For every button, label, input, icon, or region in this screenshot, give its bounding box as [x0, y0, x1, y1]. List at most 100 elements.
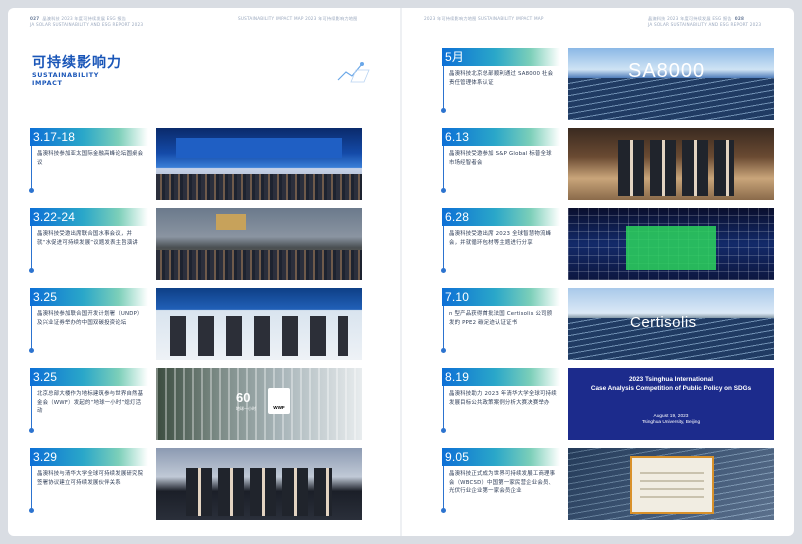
earth-hour-caption: 地球一小时	[236, 406, 256, 411]
entry-description: 晶澳科技参加亚太国际金融高峰论坛圆桌会议	[37, 151, 144, 166]
presentation-screen	[626, 226, 716, 270]
timeline-entry: 3.25 北京总部大楼作为地标建筑参与世界自然基金会（WWF）发起的“地球一小时…	[29, 368, 370, 440]
entry-description: 晶澳科技受邀参加 S&P Global 标普全球市场经智者会	[449, 151, 552, 166]
timeline-dot	[441, 188, 446, 193]
timeline-line	[443, 226, 444, 270]
timeline-dot	[29, 508, 34, 513]
entry-description: 北京总部大楼作为地标建筑参与世界自然基金会（WWF）发起的“地球一小时”熄灯活动	[37, 391, 144, 415]
timeline-entry: 9.05 晶澳科技正式成为世界可持续发展工商理事会（WBCSD）中国第一家民营企…	[441, 448, 782, 520]
certificate-text-line	[640, 472, 704, 474]
certificate-text-line	[640, 480, 704, 482]
timeline-entry: 3.22-24 晶澳科技受邀出席联合国水事会议，并就“水促进可持续发展”议题发表…	[29, 208, 370, 280]
page-title: 可持续影响力	[32, 55, 122, 71]
timeline-dot	[441, 348, 446, 353]
solar-farm-photo: SA8000	[568, 48, 774, 120]
timeline-dot	[441, 268, 446, 273]
certisolis-solar-photo: Certisolis	[568, 288, 774, 360]
timeline-entry: 6.13 晶澳科技受邀参加 S&P Global 标普全球市场经智者会	[441, 128, 782, 200]
entry-description: 晶澳科技助力 2023 年清华大学全球可持续发展目标公共政策案例分析大赛决赛举办	[449, 391, 557, 406]
building-facade	[156, 368, 362, 440]
un-emblem	[216, 214, 246, 230]
entry-description: n 型产品获得首批法国 Certisolis 公司颁发的 PPE2 碳足迹认证证…	[449, 311, 553, 326]
sp-global-meeting-photo	[568, 128, 774, 200]
audience	[156, 250, 362, 280]
group-people	[618, 140, 734, 196]
left-header-line2: JA SOLAR SUSTAINABILITY AND ESG REPORT 2…	[30, 22, 144, 27]
timeline-line	[443, 146, 444, 190]
timeline-line	[31, 226, 32, 270]
entry-date: 3.17-18	[33, 130, 76, 144]
timeline-dot	[29, 268, 34, 273]
timeline-dot	[29, 428, 34, 433]
subtitle-line1: SUSTAINABILITY	[32, 71, 99, 79]
membership-certificate	[630, 456, 714, 514]
entry-date: 7.10	[445, 290, 470, 304]
logistics-summit-photo	[568, 208, 774, 280]
competition-venue: Tsinghua University, Beijing	[641, 420, 701, 426]
right-page-number: 028	[734, 16, 745, 21]
entry-date: 3.22-24	[33, 210, 76, 224]
entry-description: 晶澳科技受邀出席联合国水事会议，并就“水促进可持续发展”议题发表主旨演讲	[37, 231, 139, 246]
entry-description: 晶澳科技参加联合国开发计划署（UNDP）及兴业证券举办的中国双碳投资论坛	[37, 311, 143, 326]
left-header-line1: 晶澳科技 2023 年度可持续发展 ESG 报告	[42, 16, 127, 21]
right-header: 晶澳科技 2023 年度可持续发展 ESG 报告 028 JA SOLAR SUS…	[648, 16, 761, 28]
right-page: 2023 年可持续影响力地图 SUSTAINABILITY IMPACT MAP…	[402, 8, 794, 536]
timeline-line	[443, 466, 444, 510]
group-people	[186, 468, 332, 516]
un-assembly-photo	[156, 208, 362, 280]
entry-description: 晶澳科技与清华大学全球可持续发展研究院签署协议建立可持续发展伙伴关系	[37, 471, 144, 486]
trend-chart-icon	[337, 62, 370, 83]
competition-details: August 19, 2023 Tsinghua University, Bei…	[568, 414, 774, 427]
timeline-dot	[441, 108, 446, 113]
timeline-entry: 3.29 晶澳科技与清华大学全球可持续发展研究院签署协议建立可持续发展伙伴关系	[29, 448, 370, 520]
timeline-line	[31, 306, 32, 350]
competition-title-line1: 2023 Tsinghua International	[628, 376, 714, 383]
right-header-line2: JA SOLAR SUSTAINABILITY AND ESG REPORT 2…	[648, 22, 762, 27]
timeline-dot	[29, 348, 34, 353]
tsinghua-competition-banner: 2023 Tsinghua International Case Analysi…	[568, 368, 774, 440]
earth-hour-logo: 60	[236, 390, 251, 405]
conference-photo	[156, 128, 362, 200]
earth-hour-building-photo: 60 地球一小时 WWF	[156, 368, 362, 440]
forum-panel-photo	[156, 288, 362, 360]
entry-date: 6.28	[445, 210, 470, 224]
entry-date: 6.13	[445, 130, 470, 144]
certificate-text-line	[640, 496, 704, 498]
timeline-line	[443, 306, 444, 350]
right-header-left: 2023 年可持续影响力地图 SUSTAINABILITY IMPACT MAP	[424, 16, 544, 21]
timeline-entry: 5月 晶澳科技北京总部顺利通过 SA8000 社会责任管理体系认证 SA8000	[441, 48, 782, 120]
left-page-number: 027	[30, 16, 40, 21]
report-spread: 027 晶澳科技 2023 年度可持续发展 ESG 报告 JA SOLAR SUS…	[0, 0, 802, 544]
sa8000-label: SA8000	[628, 60, 706, 82]
competition-title-line2: Case Analysis Competition of Public Poli…	[590, 384, 752, 392]
entry-date: 3.25	[33, 290, 58, 304]
wbcsd-certificate-photo	[568, 448, 774, 520]
certificate-text-line	[640, 488, 704, 490]
subtitle-line2: IMPACT	[32, 79, 63, 87]
timeline-line	[31, 466, 32, 510]
entry-date: 5月	[445, 50, 465, 64]
timeline-dot	[29, 188, 34, 193]
entry-description: 晶澳科技北京总部顺利通过 SA8000 社会责任管理体系认证	[449, 71, 554, 86]
left-header-right: SUSTAINABILITY IMPACT MAP 2023 年可持续影响力地图	[238, 16, 358, 21]
timeline-dot	[441, 508, 446, 513]
solar-panels	[568, 78, 774, 120]
timeline-line	[443, 66, 444, 110]
entry-date: 3.25	[33, 370, 58, 384]
left-header: 027 晶澳科技 2023 年度可持续发展 ESG 报告 JA SOLAR SUS…	[30, 16, 143, 28]
entry-description: 晶澳科技正式成为世界可持续发展工商理事会（WBCSD）中国第一家民营企业会员、光…	[449, 471, 556, 495]
entry-description: 晶澳科技受邀出席 2023 全球智慧物流峰会，并就循环包材等主题进行分享	[449, 231, 552, 246]
certisolis-logo: Certisolis	[630, 314, 697, 331]
audience	[156, 174, 362, 200]
entry-date: 8.19	[445, 370, 470, 384]
timeline-line	[31, 386, 32, 430]
wwf-label: WWF	[273, 405, 285, 410]
timeline-entry: 6.28 晶澳科技受邀出席 2023 全球智慧物流峰会，并就循环包材等主题进行分…	[441, 208, 782, 280]
page-subtitle: SUSTAINABILITY IMPACT	[32, 71, 99, 87]
timeline-entry: 8.19 晶澳科技助力 2023 年清华大学全球可持续发展目标公共政策案例分析大…	[441, 368, 782, 440]
right-header-line1: 晶澳科技 2023 年度可持续发展 ESG 报告	[648, 16, 732, 21]
wwf-panda-logo	[268, 388, 290, 414]
panelists	[170, 316, 348, 356]
entry-date: 3.29	[33, 450, 58, 464]
competition-title: 2023 Tsinghua International Case Analysi…	[568, 376, 774, 393]
